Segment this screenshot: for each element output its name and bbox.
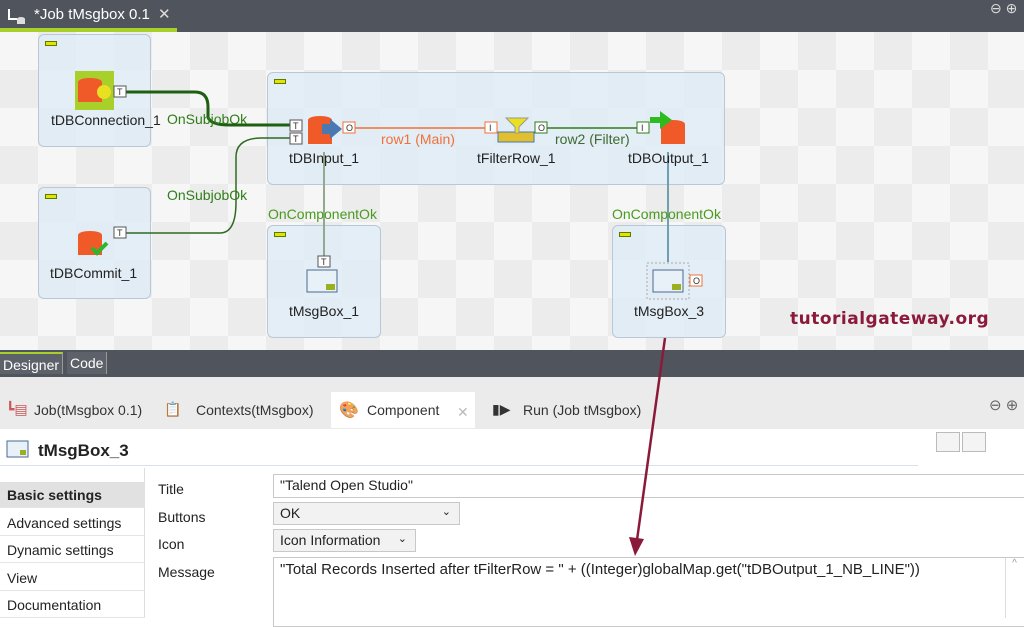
tab-run[interactable]: ▮▶ Run (Job tMsgbox) bbox=[490, 392, 641, 428]
component-label[interactable]: tDBInput_1 bbox=[289, 150, 359, 166]
svg-text:O: O bbox=[346, 123, 353, 133]
msgbox-icon bbox=[6, 440, 29, 458]
job-icon bbox=[8, 9, 25, 24]
chevron-down-icon: ⌄ bbox=[397, 533, 407, 545]
settings-sections: Basic settings Advanced settings Dynamic… bbox=[0, 468, 145, 618]
tab-label: Contexts(tMsgbox) bbox=[196, 402, 314, 418]
component-label[interactable]: tDBOutput_1 bbox=[628, 150, 709, 166]
svg-text:T: T bbox=[117, 87, 123, 97]
component-icon: 🎨 bbox=[339, 402, 359, 419]
layout-grid-icon[interactable] bbox=[936, 432, 960, 452]
designer-code-bar bbox=[0, 350, 1024, 377]
db-connection-icon[interactable] bbox=[75, 71, 114, 110]
tab-code[interactable]: Code bbox=[67, 352, 108, 374]
filter-icon[interactable] bbox=[497, 117, 535, 143]
tab-contexts[interactable]: 📋 Contexts(tMsgbox) bbox=[164, 392, 313, 428]
tab-label: Component bbox=[367, 402, 440, 418]
msgbox-icon[interactable] bbox=[646, 262, 690, 300]
component-label[interactable]: tDBCommit_1 bbox=[50, 265, 137, 281]
link-label: OnComponentOk bbox=[612, 206, 721, 222]
link-label: row1 (Main) bbox=[381, 131, 455, 147]
svg-text:I: I bbox=[489, 123, 492, 133]
svg-text:T: T bbox=[293, 121, 299, 131]
watermark: tutorialgateway.org bbox=[790, 309, 990, 329]
link-label: row2 (Filter) bbox=[555, 131, 630, 147]
db-output-icon[interactable] bbox=[650, 111, 685, 144]
designer-canvas[interactable]: T T T T O I O I T O tDBConnection_1 tDBC… bbox=[0, 32, 1024, 350]
tab-label: Run (Job tMsgbox) bbox=[523, 402, 642, 418]
component-title: tMsgBox_3 bbox=[38, 441, 129, 460]
message-label: Message bbox=[158, 564, 215, 580]
link-layer: T T T T O I O I T O bbox=[75, 71, 703, 300]
select-value: OK bbox=[280, 505, 301, 521]
tab-component[interactable]: 🎨 Component ✕ bbox=[331, 392, 475, 428]
component-label[interactable]: tFilterRow_1 bbox=[477, 150, 556, 166]
svg-text:T: T bbox=[117, 228, 123, 238]
msgbox-icon[interactable] bbox=[306, 269, 338, 293]
component-label[interactable]: tMsgBox_1 bbox=[289, 303, 359, 319]
title-input[interactable]: "Talend Open Studio" bbox=[273, 474, 1024, 498]
section-basic-settings[interactable]: Basic settings bbox=[0, 482, 145, 508]
layout-list-icon[interactable] bbox=[962, 432, 986, 452]
db-input-icon[interactable] bbox=[308, 116, 342, 144]
section-view[interactable]: View bbox=[0, 565, 145, 591]
buttons-select[interactable]: OK ⌄ bbox=[273, 502, 460, 525]
close-icon[interactable]: ✕ bbox=[457, 404, 469, 421]
chevron-down-icon: ⌄ bbox=[441, 506, 451, 518]
svg-text:T: T bbox=[321, 257, 327, 267]
tab-job[interactable]: *Job tMsgbox 0.1 ✕ bbox=[0, 0, 177, 32]
section-dynamic-settings[interactable]: Dynamic settings bbox=[0, 537, 145, 563]
message-textarea[interactable]: "Total Records Inserted after tFilterRow… bbox=[273, 557, 1024, 627]
component-label[interactable]: tDBConnection_1 bbox=[51, 112, 161, 128]
icon-label: Icon bbox=[158, 536, 185, 552]
section-advanced-settings[interactable]: Advanced settings bbox=[0, 510, 145, 536]
run-icon: ▮▶ bbox=[492, 401, 511, 417]
svg-text:I: I bbox=[641, 123, 644, 133]
close-icon[interactable]: ✕ bbox=[158, 5, 171, 23]
contexts-icon: 📋 bbox=[164, 401, 182, 417]
link-label: OnSubjobOk bbox=[167, 187, 248, 203]
tab-title: *Job tMsgbox 0.1 bbox=[34, 6, 150, 23]
tab-job-view[interactable]: ┗▤ Job(tMsgbox 0.1) bbox=[4, 392, 142, 428]
buttons-label: Buttons bbox=[158, 509, 206, 525]
select-value: Icon Information bbox=[280, 532, 381, 548]
icon-select[interactable]: Icon Information ⌄ bbox=[273, 529, 416, 552]
tab-label: Job(tMsgbox 0.1) bbox=[34, 402, 143, 418]
svg-text:O: O bbox=[693, 276, 700, 286]
title-label: Title bbox=[158, 481, 184, 497]
component-label[interactable]: tMsgBox_3 bbox=[634, 303, 704, 319]
minimize-icon[interactable]: ⊖ ⊕ bbox=[990, 0, 1017, 17]
svg-text:T: T bbox=[293, 134, 299, 144]
job-icon: ┗▤ bbox=[6, 401, 28, 417]
component-header bbox=[0, 429, 918, 466]
minimize-icon[interactable]: ⊖ ⊕ bbox=[989, 396, 1018, 414]
tab-designer[interactable]: Designer bbox=[0, 352, 64, 374]
svg-text:O: O bbox=[538, 123, 545, 133]
scrollbar[interactable]: ^ bbox=[1005, 558, 1023, 618]
db-commit-icon[interactable] bbox=[78, 231, 109, 256]
section-documentation[interactable]: Documentation bbox=[0, 592, 145, 618]
link-label: OnComponentOk bbox=[268, 206, 377, 222]
link-label: OnSubjobOk bbox=[167, 111, 248, 127]
